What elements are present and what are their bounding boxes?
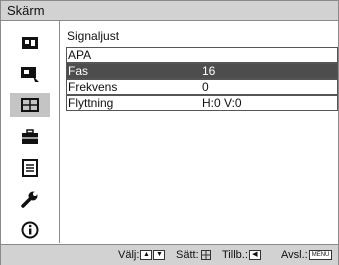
row-label: APA xyxy=(68,48,92,62)
screen-settings-icon xyxy=(21,67,39,82)
sidebar-item-setup[interactable] xyxy=(10,156,50,180)
row-value: H:0 V:0 xyxy=(202,96,242,110)
hint-back: Tillb.: ◀ xyxy=(222,249,261,261)
title-bar: Skärm xyxy=(1,1,338,21)
info-icon xyxy=(21,221,39,239)
hint-back-label: Tillb.: xyxy=(222,249,248,261)
menu-key-icon: MENU xyxy=(308,250,333,260)
menu-row-frekvens[interactable]: Frekvens 0 xyxy=(66,79,338,95)
row-value: 16 xyxy=(202,64,216,78)
wrench-icon xyxy=(21,191,38,208)
hint-exit-label: Avsl.: xyxy=(281,249,308,261)
section-title: Signaljust xyxy=(67,29,120,43)
osd-window: Skärm Signaljust APA Fas 16 Frekvens 0 F… xyxy=(0,0,339,265)
arrow-left-key-icon: ◀ xyxy=(248,250,261,260)
sidebar-item-installation[interactable] xyxy=(10,125,50,149)
hint-exit: Avsl.: MENU xyxy=(281,249,333,261)
sidebar xyxy=(1,21,60,243)
list-icon xyxy=(22,159,38,177)
menu-row-fas[interactable]: Fas 16 xyxy=(66,63,338,79)
hint-set-label: Sätt: xyxy=(176,249,199,261)
sidebar-item-information[interactable] xyxy=(10,218,50,242)
sidebar-item-picture[interactable] xyxy=(10,31,50,55)
row-value: 0 xyxy=(202,80,209,94)
sidebar-item-screen-settings[interactable] xyxy=(10,62,50,86)
menu-row-apa[interactable]: APA xyxy=(66,47,338,63)
window-title: Skärm xyxy=(7,3,45,18)
row-label: Flyttning xyxy=(68,96,114,110)
hint-select: Välj: ▲ ▼ xyxy=(118,249,166,261)
menu-row-flyttning[interactable]: Flyttning H:0 V:0 xyxy=(66,95,338,111)
row-label: Frekvens xyxy=(68,80,118,94)
footer-hint-bar: Välj: ▲ ▼ Sätt: Tillb.: ◀ Avsl.: MENU xyxy=(1,244,338,265)
enter-key-icon xyxy=(200,250,211,260)
hint-set: Sätt: xyxy=(176,249,211,261)
sidebar-item-tools[interactable] xyxy=(10,187,50,211)
row-label: Fas xyxy=(68,64,89,78)
arrow-down-key-icon: ▼ xyxy=(153,250,166,260)
picture-icon xyxy=(22,37,38,49)
suitcase-icon xyxy=(22,129,38,144)
signal-adjust-icon xyxy=(21,98,39,112)
sidebar-item-signal-adjust[interactable] xyxy=(10,93,50,117)
arrow-up-key-icon: ▲ xyxy=(140,250,153,260)
hint-select-label: Välj: xyxy=(118,249,140,261)
